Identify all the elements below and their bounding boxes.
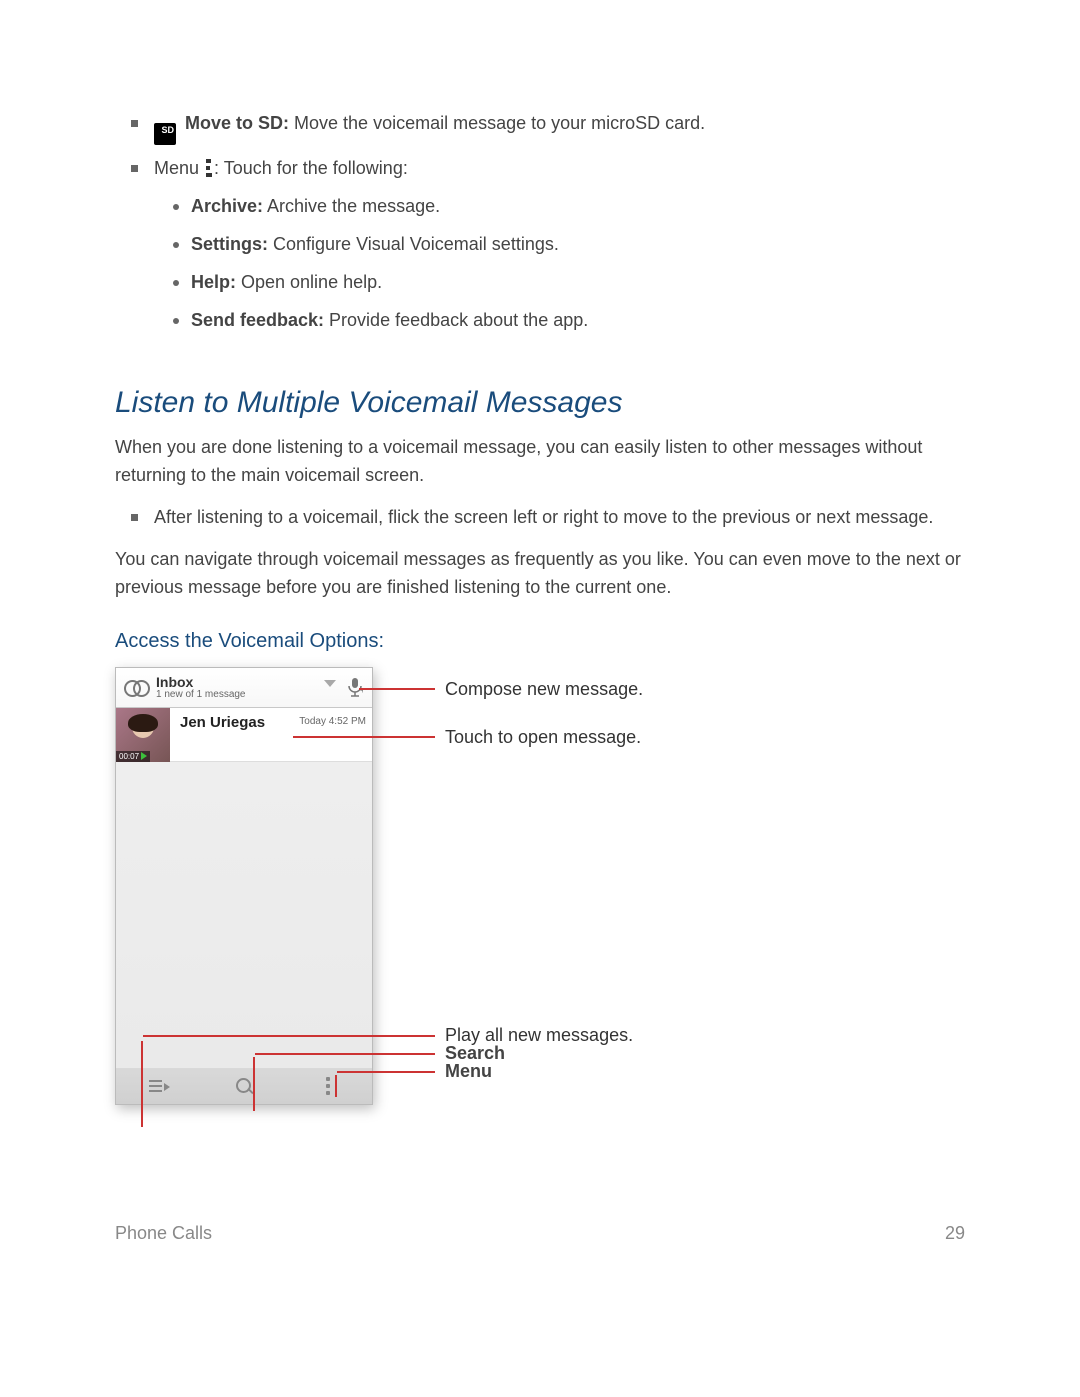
dropdown-icon[interactable] xyxy=(324,680,336,687)
list-item: Settings: Configure Visual Voicemail set… xyxy=(115,231,965,259)
bullet-icon xyxy=(173,280,179,286)
body-paragraph: When you are done listening to a voicema… xyxy=(115,434,965,490)
body-paragraph: You can navigate through voicemail messa… xyxy=(115,546,965,602)
list-item: Archive: Archive the message. xyxy=(115,193,965,221)
list-item: After listening to a voicemail, flick th… xyxy=(115,504,965,532)
inbox-title: Inbox xyxy=(156,675,320,690)
callout-line xyxy=(359,688,435,690)
text-move-to-sd: Move the voicemail message to your micro… xyxy=(289,113,705,133)
text-feedback: Provide feedback about the app. xyxy=(324,310,588,330)
list-item-content: Settings: Configure Visual Voicemail set… xyxy=(191,231,559,259)
list-item: Help: Open online help. xyxy=(115,269,965,297)
voicemail-diagram: Inbox 1 new of 1 message + 00:07 Jen Uri… xyxy=(115,667,965,1105)
bullet-icon xyxy=(131,165,138,172)
menu-vertical-icon xyxy=(206,159,212,177)
search-icon xyxy=(236,1078,252,1094)
inbox-title-block: Inbox 1 new of 1 message xyxy=(156,675,320,700)
section-heading: Listen to Multiple Voicemail Messages xyxy=(115,386,965,420)
play-icon xyxy=(141,752,147,760)
subsection-heading: Access the Voicemail Options: xyxy=(115,630,965,653)
inbox-header[interactable]: Inbox 1 new of 1 message + xyxy=(116,668,372,708)
list-item: SD Move to SD: Move the voicemail messag… xyxy=(115,110,965,145)
footer-page-number: 29 xyxy=(945,1223,965,1244)
menu-intro-suffix: : Touch for the following: xyxy=(214,158,408,178)
duration-text: 00:07 xyxy=(119,752,139,761)
text-help: Open online help. xyxy=(236,272,382,292)
sender-name: Jen Uriegas xyxy=(180,714,265,761)
label-feedback: Send feedback: xyxy=(191,310,324,330)
list-item-content: Help: Open online help. xyxy=(191,269,382,297)
bullet-icon xyxy=(131,514,138,521)
list-item-content: Menu : Touch for the following: xyxy=(154,155,408,183)
callout-line xyxy=(293,736,435,738)
callout-line xyxy=(255,1053,435,1055)
bullet-icon xyxy=(173,242,179,248)
label-archive: Archive: xyxy=(191,196,263,216)
label-move-to-sd: Move to SD: xyxy=(185,113,289,133)
menu-intro-prefix: Menu xyxy=(154,158,199,178)
footer-section: Phone Calls xyxy=(115,1223,212,1244)
bullet-icon xyxy=(131,120,138,127)
list-item-content: SD Move to SD: Move the voicemail messag… xyxy=(154,110,705,145)
inbox-subtitle: 1 new of 1 message xyxy=(156,690,320,701)
callout-compose: Compose new message. xyxy=(445,679,643,700)
list-item-content: Send feedback: Provide feedback about th… xyxy=(191,307,588,335)
label-settings: Settings: xyxy=(191,234,268,254)
duration-badge: 00:07 xyxy=(116,751,150,762)
text-archive: Archive the message. xyxy=(263,196,440,216)
text-flick: After listening to a voicemail, flick th… xyxy=(154,504,933,532)
bullet-icon xyxy=(173,204,179,210)
callout-line xyxy=(337,1071,435,1073)
bullet-icon xyxy=(173,318,179,324)
list-item-content: Archive: Archive the message. xyxy=(191,193,440,221)
list-item: Send feedback: Provide feedback about th… xyxy=(115,307,965,335)
label-help: Help: xyxy=(191,272,236,292)
list-item: Menu : Touch for the following: xyxy=(115,155,965,183)
avatar: 00:07 xyxy=(116,708,170,762)
document-page: SD Move to SD: Move the voicemail messag… xyxy=(0,0,1080,1304)
voicemail-icon xyxy=(124,679,150,695)
callout-menu: Menu xyxy=(445,1061,492,1082)
text-settings: Configure Visual Voicemail settings. xyxy=(268,234,559,254)
sd-card-icon: SD xyxy=(154,123,176,145)
page-footer: Phone Calls 29 xyxy=(115,1223,965,1244)
callout-open: Touch to open message. xyxy=(445,727,641,748)
